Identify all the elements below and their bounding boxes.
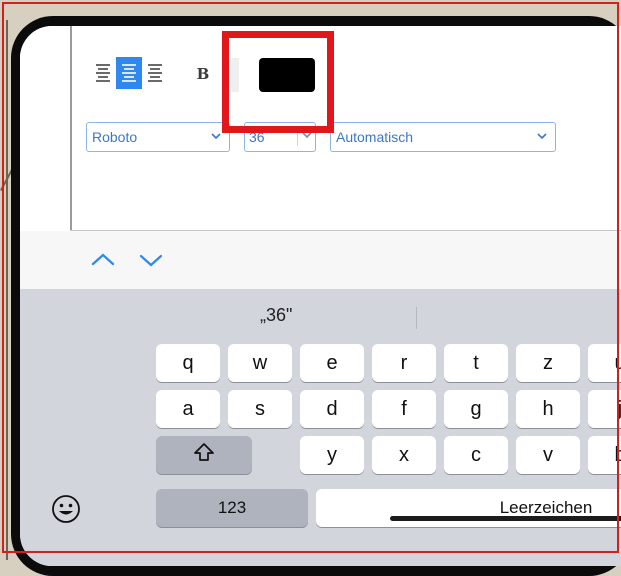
screenshot-border (2, 2, 619, 553)
